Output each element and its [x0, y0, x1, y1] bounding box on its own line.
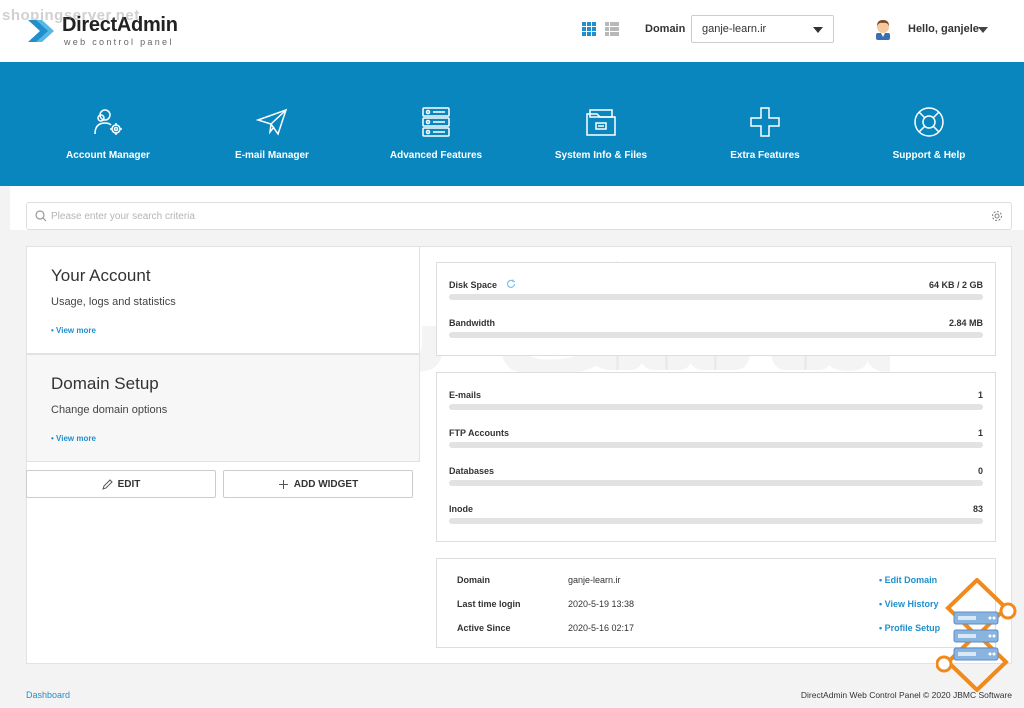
usage-stats-box: Disk Space 64 KB / 2 GB Bandwidth 2.84 M… — [436, 262, 996, 356]
stat-value: 0 — [977, 466, 983, 476]
your-account-card[interactable]: Your Account Usage, logs and statistics … — [26, 246, 420, 354]
logo-subtitle: web control panel — [64, 37, 174, 47]
domain-label: Domain — [645, 23, 686, 35]
nav-label: Support & Help — [892, 150, 966, 161]
databases-stat: Databases 0 — [449, 466, 983, 496]
stat-name: FTP Accounts — [449, 428, 510, 438]
info-row-domain: Domain ganje-learn.ir • Edit Domain — [457, 575, 987, 589]
info-row-active-since: Active Since 2020-5-16 02:17 • Profile S… — [457, 623, 987, 637]
search-input[interactable] — [51, 207, 951, 225]
watermark-text: shopingserver.net — [2, 7, 140, 24]
nav-advanced-features[interactable]: Advanced Features — [361, 62, 511, 186]
lifebuoy-icon — [914, 107, 944, 137]
folder-icon — [586, 109, 616, 136]
users-gear-icon — [94, 109, 122, 135]
search-bar — [26, 202, 1012, 230]
progress-bar — [449, 480, 983, 486]
edit-domain-link[interactable]: • Edit Domain — [879, 575, 937, 585]
emails-stat: E-mails 1 — [449, 390, 983, 420]
disk-space-stat: Disk Space 64 KB / 2 GB — [449, 279, 983, 310]
main-navigation: Account Manager E-mail Manager Advanced … — [0, 62, 1024, 186]
edit-button-label: EDIT — [117, 478, 141, 490]
progress-bar — [449, 404, 983, 410]
view-history-link[interactable]: • View History — [879, 599, 939, 609]
chevron-down-icon — [813, 27, 823, 33]
card-subtitle: Change domain options — [51, 404, 168, 416]
info-value: 2020-5-16 02:17 — [568, 623, 635, 633]
stat-value: 64 KB / 2 GB — [928, 280, 983, 290]
progress-bar — [449, 518, 983, 524]
add-widget-button-label: ADD WIDGET — [293, 478, 359, 490]
avatar[interactable] — [873, 18, 893, 40]
server-watermark-icon — [936, 578, 1017, 692]
top-header: DirectAdmin web control panel shopingser… — [0, 0, 1024, 62]
search-icon — [35, 210, 47, 222]
card-subtitle: Usage, logs and statistics — [51, 296, 176, 308]
stat-value: 2.84 MB — [948, 318, 983, 328]
nav-label: Extra Features — [730, 150, 800, 161]
card-title: Your Account — [51, 266, 151, 285]
stat-name: E-mails — [449, 390, 482, 400]
breadcrumb-dashboard[interactable]: Dashboard — [26, 690, 70, 700]
profile-setup-link[interactable]: • Profile Setup — [879, 623, 940, 633]
account-counts-box: E-mails 1 FTP Accounts 1 Databases 0 Ino… — [436, 372, 996, 542]
card-title: Domain Setup — [51, 374, 159, 393]
info-value: ganje-learn.ir — [568, 575, 621, 585]
info-key: Last time login — [457, 599, 521, 609]
pencil-icon — [101, 478, 113, 490]
nav-label: Account Manager — [66, 150, 150, 161]
add-widget-button[interactable]: ADD WIDGET — [223, 470, 413, 498]
info-key: Domain — [457, 575, 491, 585]
stat-value: 1 — [977, 390, 983, 400]
nav-support-help[interactable]: Support & Help — [854, 62, 1004, 186]
progress-bar — [449, 332, 983, 338]
gear-icon[interactable] — [991, 210, 1003, 222]
ftp-accounts-stat: FTP Accounts 1 — [449, 428, 983, 458]
plus-icon — [750, 107, 780, 137]
footer-copyright: DirectAdmin Web Control Panel © 2020 JBM… — [800, 690, 1012, 700]
nav-label: System Info & Files — [554, 150, 648, 161]
nav-account-manager[interactable]: Account Manager — [33, 62, 183, 186]
stat-value: 1 — [977, 428, 983, 438]
info-value: 2020-5-19 13:38 — [568, 599, 635, 609]
edit-button[interactable]: EDIT — [26, 470, 216, 498]
bandwidth-stat: Bandwidth 2.84 MB — [449, 318, 983, 348]
list-view-icon[interactable] — [605, 22, 619, 36]
stat-name: Inode — [449, 504, 473, 514]
stat-name: Disk Space — [449, 280, 498, 290]
progress-bar — [449, 442, 983, 448]
stat-name: Bandwidth — [449, 318, 495, 328]
domain-select-value: ganje-learn.ir — [702, 23, 767, 35]
grid-view-icon[interactable] — [582, 22, 596, 36]
domain-select[interactable]: ganje-learn.ir — [691, 15, 834, 43]
plus-icon — [278, 479, 288, 489]
user-greeting[interactable]: Hello, ganjele — [908, 23, 979, 35]
nav-system-info-files[interactable]: System Info & Files — [526, 62, 676, 186]
stat-name: Databases — [449, 466, 495, 476]
nav-label: Advanced Features — [389, 150, 483, 161]
paper-plane-icon — [256, 108, 288, 136]
nav-label: E-mail Manager — [235, 150, 309, 161]
domain-info-box: Domain ganje-learn.ir • Edit Domain Last… — [436, 558, 996, 648]
view-more-link[interactable]: • View more — [51, 326, 96, 335]
progress-bar — [449, 294, 983, 300]
nav-extra-features[interactable]: Extra Features — [690, 62, 840, 186]
inode-stat: Inode 83 — [449, 504, 983, 534]
view-more-link[interactable]: • View more — [51, 434, 96, 443]
nav-email-manager[interactable]: E-mail Manager — [197, 62, 347, 186]
info-row-last-login: Last time login 2020-5-19 13:38 • View H… — [457, 599, 987, 613]
database-icon — [422, 107, 450, 137]
refresh-icon[interactable] — [506, 279, 516, 289]
domain-setup-card[interactable]: Domain Setup Change domain options • Vie… — [26, 354, 420, 462]
stat-value: 83 — [972, 504, 983, 514]
user-menu-chevron-icon[interactable] — [978, 27, 988, 33]
info-key: Active Since — [457, 623, 511, 633]
